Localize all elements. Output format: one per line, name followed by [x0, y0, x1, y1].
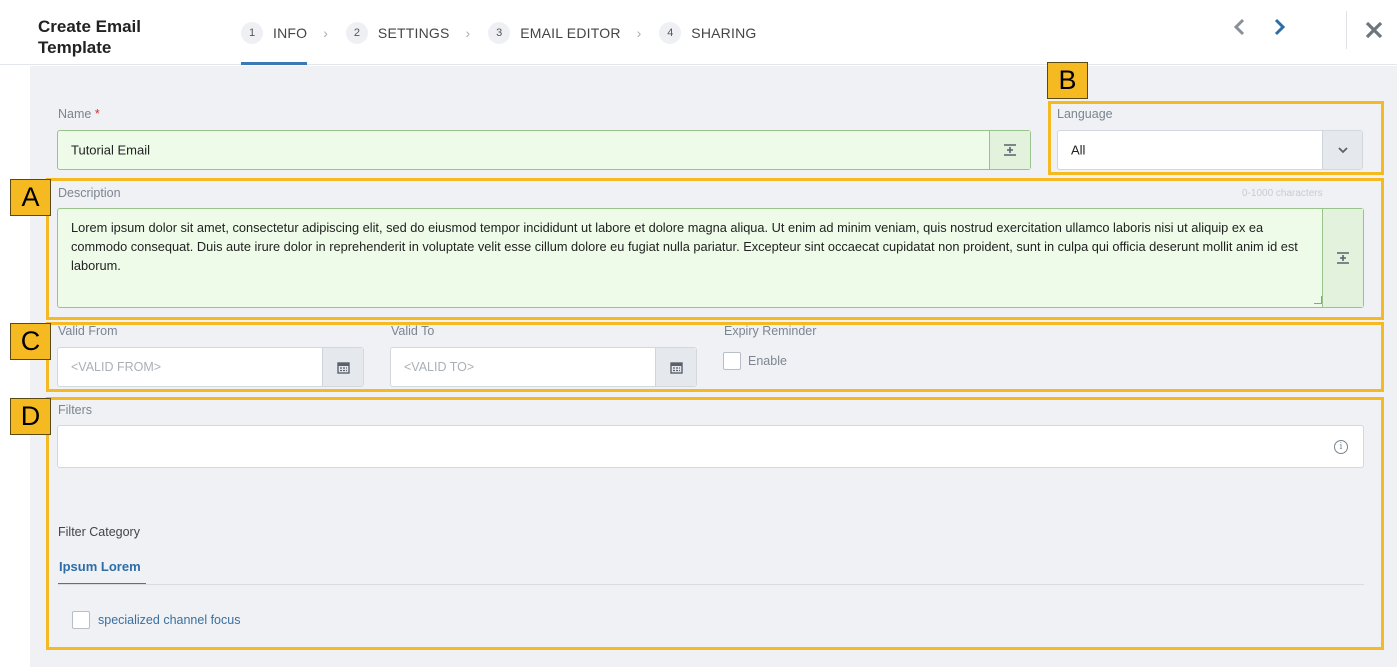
next-step-button[interactable] [1272, 17, 1292, 41]
valid-to-label: Valid To [391, 324, 435, 338]
previous-step-button[interactable] [1233, 17, 1253, 41]
annotation-tag-a: A [10, 179, 51, 216]
valid-to-input[interactable]: <VALID TO> [390, 347, 697, 387]
filter-category-label: Filter Category [58, 525, 140, 539]
name-value: Tutorial Email [71, 142, 150, 158]
language-value: All [1071, 142, 1086, 158]
page-title: Create Email Template [38, 17, 141, 57]
step-info[interactable]: 1 INFO [241, 0, 308, 65]
step-settings[interactable]: 2 SETTINGS [345, 0, 450, 65]
filters-input[interactable] [57, 425, 1364, 468]
text-format-icon [1004, 144, 1016, 156]
step-label: SETTINGS [377, 24, 450, 41]
step-label: SHARING [691, 24, 757, 41]
chevron-down-icon [1337, 147, 1348, 154]
chevron-right-icon: › [323, 24, 328, 41]
calendar-icon [669, 361, 683, 374]
enable-label: Enable [748, 354, 787, 368]
description-label: Description [58, 186, 121, 200]
text-format-button[interactable] [1322, 209, 1363, 307]
description-value: Lorem ipsum dolor sit amet, consectetur … [71, 220, 1298, 273]
language-label: Language [1057, 107, 1113, 121]
info-icon[interactable]: i [1334, 440, 1348, 454]
dropdown-toggle[interactable] [1322, 131, 1362, 169]
annotation-tag-b: B [1047, 62, 1088, 99]
option-label: specialized channel focus [98, 613, 241, 627]
wizard-header: Create Email Template 1 INFO › 2 SETTING… [0, 0, 1397, 65]
step-number: 2 [345, 21, 368, 44]
text-format-icon [1337, 252, 1349, 264]
name-input[interactable]: Tutorial Email [57, 130, 1031, 170]
date-picker-button[interactable] [322, 348, 363, 386]
chevron-right-icon: › [636, 24, 642, 41]
name-label: Name * [58, 107, 100, 121]
step-sharing[interactable]: 4 SHARING [659, 0, 756, 65]
step-email-editor[interactable]: 3 EMAIL EDITOR [488, 0, 620, 65]
description-textarea[interactable]: Lorem ipsum dolor sit amet, consectetur … [57, 208, 1364, 308]
close-icon [1365, 21, 1383, 39]
valid-to-placeholder: <VALID TO> [404, 360, 475, 374]
valid-from-label: Valid From [58, 324, 118, 338]
annotation-tag-c: C [10, 323, 51, 360]
resize-handle[interactable] [1314, 296, 1322, 304]
enable-reminder-checkbox[interactable] [723, 352, 741, 370]
specialized-channel-focus-checkbox[interactable] [72, 611, 90, 629]
step-number: 4 [659, 21, 682, 44]
character-counter: 0-1000 characters [1242, 188, 1323, 199]
step-label: INFO [273, 24, 308, 41]
step-label: EMAIL EDITOR [520, 24, 621, 41]
step-number: 3 [488, 21, 511, 44]
wizard-steps: 1 INFO › 2 SETTINGS › 3 EMAIL EDITOR › 4… [241, 0, 756, 65]
calendar-icon [336, 361, 350, 374]
tab-ipsum-lorem[interactable]: Ipsum Lorem [58, 557, 146, 585]
language-select[interactable]: All [1057, 130, 1363, 170]
valid-from-placeholder: <VALID FROM> [71, 360, 162, 374]
valid-from-input[interactable]: <VALID FROM> [57, 347, 364, 387]
tab-label: Ipsum Lorem [59, 559, 141, 574]
date-picker-button[interactable] [655, 348, 696, 386]
expiry-reminder-label: Expiry Reminder [724, 324, 817, 338]
tab-divider [58, 584, 1364, 585]
close-button[interactable] [1364, 14, 1388, 44]
chevron-right-icon [1274, 18, 1286, 36]
chevron-right-icon: › [465, 24, 471, 41]
header-divider [1346, 11, 1347, 49]
required-marker: * [94, 107, 100, 121]
annotation-tag-d: D [10, 398, 51, 435]
filters-label: Filters [58, 403, 93, 417]
text-format-button[interactable] [989, 131, 1030, 169]
step-number: 1 [241, 21, 263, 44]
chevron-left-icon [1233, 18, 1245, 36]
